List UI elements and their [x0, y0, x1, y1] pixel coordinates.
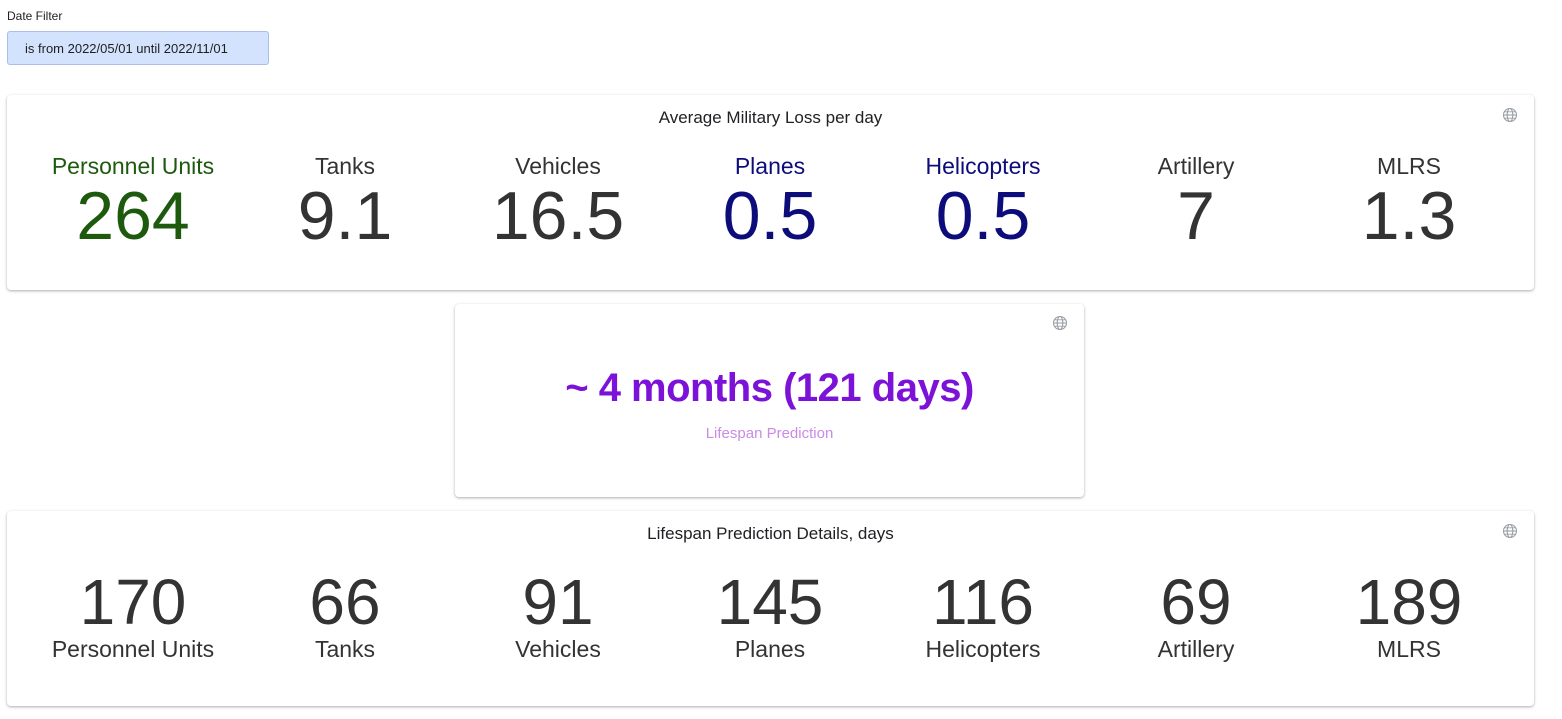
detail-label-tanks: Tanks — [314, 636, 376, 662]
detail-metric-tanks: 66 Tanks — [235, 569, 455, 663]
loss-metric-tanks: Tanks 9.1 — [235, 152, 455, 252]
loss-metric-mlrs: MLRS 1.3 — [1299, 152, 1519, 252]
detail-value-tanks: 66 — [309, 566, 381, 638]
globe-icon[interactable] — [1052, 315, 1068, 331]
detail-metric-mlrs: 189 MLRS — [1299, 569, 1519, 663]
detail-metric-vehicles: 91 Vehicles — [448, 569, 668, 663]
loss-label-helicopters: Helicopters — [925, 153, 1041, 179]
loss-label-mlrs: MLRS — [1377, 153, 1441, 179]
loss-metric-vehicles: Vehicles 16.5 — [448, 152, 668, 252]
average-loss-title: Average Military Loss per day — [658, 108, 883, 127]
detail-label-vehicles: Vehicles — [515, 636, 601, 662]
detail-value-mlrs: 189 — [1355, 566, 1463, 638]
detail-metric-planes: 145 Planes — [660, 569, 880, 663]
average-loss-card: Average Military Loss per day Personnel … — [7, 95, 1534, 290]
loss-metric-planes: Planes 0.5 — [660, 152, 880, 252]
detail-label-planes: Planes — [734, 636, 806, 662]
loss-label-planes: Planes — [734, 153, 806, 179]
lifespan-details-card: Lifespan Prediction Details, days 170 Pe… — [7, 511, 1534, 706]
loss-value-planes: 0.5 — [722, 178, 818, 254]
loss-value-mlrs: 1.3 — [1361, 178, 1457, 254]
loss-label-tanks: Tanks — [314, 153, 376, 179]
detail-metric-helicopters: 116 Helicopters — [873, 569, 1093, 663]
date-filter-label: Date Filter — [7, 9, 63, 23]
detail-metric-artillery: 69 Artillery — [1086, 569, 1306, 663]
detail-label-mlrs: MLRS — [1377, 636, 1441, 662]
loss-value-vehicles: 16.5 — [491, 178, 625, 254]
detail-label-helicopters: Helicopters — [925, 636, 1041, 662]
date-filter-chip[interactable]: is from 2022/05/01 until 2022/11/01 — [7, 31, 269, 65]
detail-value-vehicles: 91 — [522, 566, 594, 638]
loss-label-artillery: Artillery — [1157, 153, 1235, 179]
loss-label-vehicles: Vehicles — [515, 153, 601, 179]
detail-value-artillery: 69 — [1160, 566, 1232, 638]
lifespan-prediction-caption: Lifespan Prediction — [705, 425, 834, 442]
detail-metric-personnel: 170 Personnel Units — [23, 569, 243, 663]
loss-metric-personnel: Personnel Units 264 — [23, 152, 243, 252]
loss-metric-artillery: Artillery 7 — [1086, 152, 1306, 252]
globe-icon[interactable] — [1502, 107, 1518, 123]
lifespan-details-title: Lifespan Prediction Details, days — [647, 524, 894, 543]
loss-label-personnel: Personnel Units — [51, 153, 215, 179]
loss-value-helicopters: 0.5 — [935, 178, 1031, 254]
detail-label-personnel: Personnel Units — [51, 636, 215, 662]
loss-value-personnel: 264 — [76, 178, 190, 254]
detail-label-artillery: Artillery — [1157, 636, 1235, 662]
lifespan-prediction-card: ~ 4 months (121 days) Lifespan Predictio… — [455, 304, 1084, 497]
detail-value-personnel: 170 — [79, 566, 187, 638]
globe-icon[interactable] — [1502, 523, 1518, 539]
loss-value-artillery: 7 — [1177, 178, 1215, 254]
loss-metric-helicopters: Helicopters 0.5 — [873, 152, 1093, 252]
detail-value-planes: 145 — [716, 566, 824, 638]
loss-value-tanks: 9.1 — [297, 178, 393, 254]
detail-value-helicopters: 116 — [931, 566, 1035, 638]
lifespan-prediction-value: ~ 4 months (121 days) — [565, 366, 974, 410]
